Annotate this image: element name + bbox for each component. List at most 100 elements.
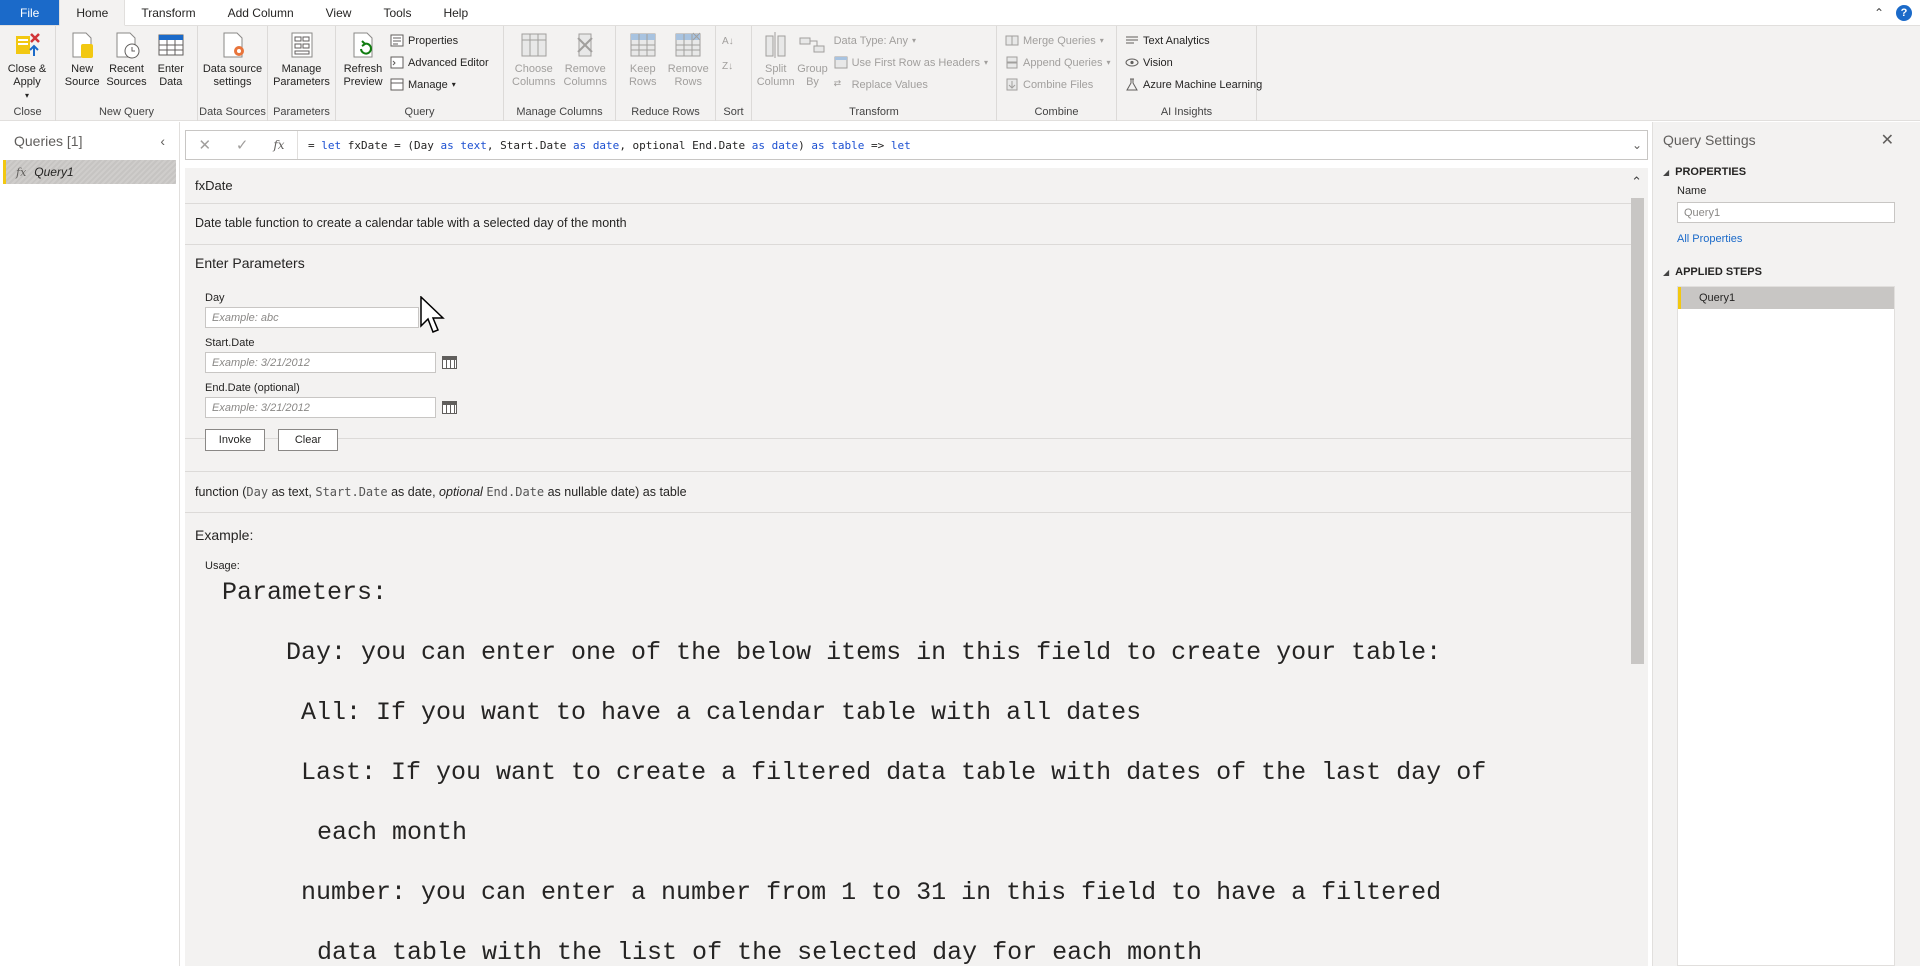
scrollbar-thumb[interactable] [1631,198,1644,664]
fx-icon[interactable]: fx [273,138,284,152]
end-date-calendar-button[interactable] [439,397,459,418]
replace-values-button[interactable]: ⇄ Replace Values [834,76,988,93]
manage-button[interactable]: Manage ▾ [390,76,489,93]
tab-tools[interactable]: Tools [367,0,427,25]
doc-line: data table with the list of the selected… [317,938,1203,966]
tab-home[interactable]: Home [59,0,126,26]
queries-pane: Queries [1] ‹ fx Query1 [0,122,180,966]
close-apply-icon [12,30,42,60]
replace-values-icon: ⇄ [833,78,842,88]
group-by-icon [797,30,827,60]
applied-steps-list: Query1 [1677,286,1895,966]
collapse-triangle-icon[interactable]: ◢ [1663,268,1669,277]
remove-columns-icon [570,30,600,60]
function-signature: function (Day as text, Start.Date as dat… [195,485,687,499]
doc-line: Day: you can enter one of the below item… [286,638,1442,667]
clear-button[interactable]: Clear [278,429,338,451]
append-queries-icon [1005,56,1019,69]
cancel-icon[interactable]: ✕ [198,136,211,154]
keep-rows-icon [628,30,658,60]
name-input[interactable]: Query1 [1677,202,1895,223]
sort-descending-button[interactable]: Z↓ [722,59,736,76]
advanced-editor-button[interactable]: Advanced Editor [390,54,489,71]
advanced-editor-icon [390,56,404,69]
example-title: Example: [195,527,254,543]
combine-files-icon [1005,78,1019,91]
tab-file[interactable]: File [0,0,60,25]
new-source-icon [67,30,97,60]
start-date-calendar-button[interactable] [439,352,459,373]
query-settings-pane: Query Settings ✕ ◢ PROPERTIES Name Query1… [1652,122,1920,966]
applied-step[interactable]: Query1 [1678,287,1894,309]
headers-icon [834,56,848,69]
function-name: fxDate [195,178,233,193]
check-icon[interactable]: ✓ [236,136,249,154]
applied-steps-heading: APPLIED STEPS [1675,266,1762,278]
tab-view[interactable]: View [310,0,368,25]
query-item[interactable]: fx Query1 [3,160,176,184]
data-type-dropdown[interactable]: Data Type: Any ▾ [834,32,988,49]
scroll-up-icon[interactable]: ⌃ [1631,174,1642,190]
group-ai-insights: Text Analytics Vision Azure Machine Lear… [1117,26,1262,121]
calendar-icon [441,356,457,369]
end-date-input[interactable]: Example: 3/21/2012 [205,397,436,418]
properties-button[interactable]: Properties [390,32,489,49]
doc-line: All: If you want to have a calendar tabl… [301,698,1142,727]
start-date-input[interactable]: Example: 3/21/2012 [205,352,436,373]
choose-columns-icon [519,30,549,60]
query-settings-title: Query Settings [1663,132,1756,148]
text-analytics-icon [1125,34,1139,47]
group-query: Refresh Preview Properties Advanced Edit… [336,26,504,121]
doc-line: Parameters: [222,578,388,607]
ribbon: Close & Apply ▾ Close New Source Recent S… [0,26,1920,121]
tab-help[interactable]: Help [427,0,484,25]
merge-queries-button[interactable]: Merge Queries ▾ [1005,32,1111,49]
vision-button[interactable]: Vision [1125,54,1262,71]
azure-ml-button[interactable]: Azure Machine Learning [1125,76,1262,93]
recent-sources-icon [111,30,141,60]
close-icon[interactable]: ✕ [1881,130,1894,150]
table-icon [156,30,186,60]
day-label: Day [205,292,225,304]
function-icon: fx [16,165,27,179]
use-first-row-headers-button[interactable]: Use First Row as Headers ▾ [834,54,988,71]
tab-add-column[interactable]: Add Column [212,0,310,25]
parameters-icon [287,30,317,60]
collapse-ribbon-icon[interactable]: ⌃ [1874,6,1884,20]
combine-files-button[interactable]: Combine Files [1005,76,1111,93]
day-input[interactable]: Example: abc [205,307,419,328]
merge-queries-icon [1005,34,1019,47]
data-source-settings-icon [218,30,248,60]
sort-ascending-icon: A↓ [722,36,734,47]
queries-pane-title: Queries [1] [14,133,83,149]
expand-formula-icon[interactable]: ⌄ [1627,138,1647,152]
group-manage-columns: Choose Columns Remove Columns Manage Col… [504,26,616,121]
split-column-icon [761,30,791,60]
doc-line: each month [317,818,468,847]
tab-transform[interactable]: Transform [125,0,211,25]
collapse-triangle-icon[interactable]: ◢ [1663,168,1669,177]
text-analytics-button[interactable]: Text Analytics [1125,32,1262,49]
sort-descending-icon: Z↓ [722,61,734,72]
refresh-icon [348,30,378,60]
group-transform: Split Column Group By Data Type: Any ▾ Us… [752,26,997,121]
formula-text[interactable]: = let fxDate = (Day as text, Start.Date … [298,139,1627,152]
query-item-label: Query1 [34,165,74,179]
group-combine: Merge Queries ▾ Append Queries ▾ Combine F… [997,26,1117,121]
enter-parameters-title: Enter Parameters [195,255,305,271]
function-preview: fxDate Date table function to create a c… [185,168,1648,966]
group-parameters: Manage Parameters Parameters [268,26,336,121]
invoke-button[interactable]: Invoke [205,429,265,451]
usage-label: Usage: [205,560,240,572]
all-properties-link[interactable]: All Properties [1677,233,1742,245]
group-data-sources: Data source settings Data Sources [198,26,268,121]
sort-ascending-button[interactable]: A↓ [722,34,736,51]
collapse-pane-icon[interactable]: ‹ [160,133,165,149]
formula-bar: ✕ ✓ fx = let fxDate = (Day as text, Star… [185,130,1648,160]
properties-heading: PROPERTIES [1675,166,1747,178]
append-queries-button[interactable]: Append Queries ▾ [1005,54,1111,71]
function-description: Date table function to create a calendar… [195,216,627,230]
help-icon[interactable]: ? [1896,4,1912,21]
ribbon-tabs: File Home Transform Add Column View Tool… [0,0,1920,26]
doc-line: number: you can enter a number from 1 to… [301,878,1442,907]
